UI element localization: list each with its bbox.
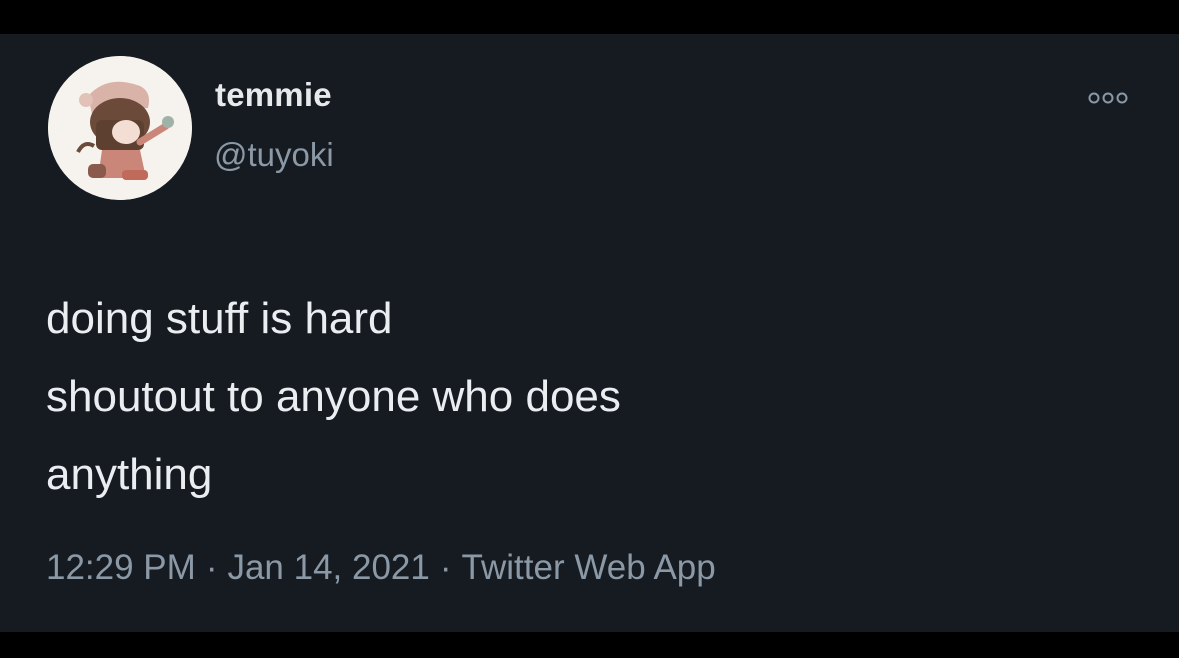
tweet-metadata: 12:29 PM · Jan 14, 2021 · Twitter Web App (46, 550, 716, 585)
more-options-button[interactable] (1080, 86, 1140, 110)
more-options-icon (1088, 92, 1128, 104)
tweet-date[interactable]: Jan 14, 2021 (227, 548, 429, 587)
tweet-text-line: doing stuff is hard (46, 294, 393, 343)
tweet-source[interactable]: Twitter Web App (462, 548, 716, 587)
tweet-text: doing stuff is hard shoutout to anyone w… (46, 280, 1126, 514)
anime-avatar-icon (48, 56, 192, 200)
tweet-text-line: anything (46, 450, 213, 499)
tweet-text-line: shoutout to anyone who does (46, 372, 621, 421)
user-handle[interactable]: @tuyoki (214, 138, 334, 171)
avatar[interactable] (48, 56, 192, 200)
tweet-time[interactable]: 12:29 PM (46, 548, 196, 587)
separator: · (205, 548, 218, 587)
tweet-card: temmie @tuyoki doing stuff is hard shout… (0, 34, 1179, 632)
display-name[interactable]: temmie (215, 78, 332, 111)
separator: · (439, 548, 452, 587)
